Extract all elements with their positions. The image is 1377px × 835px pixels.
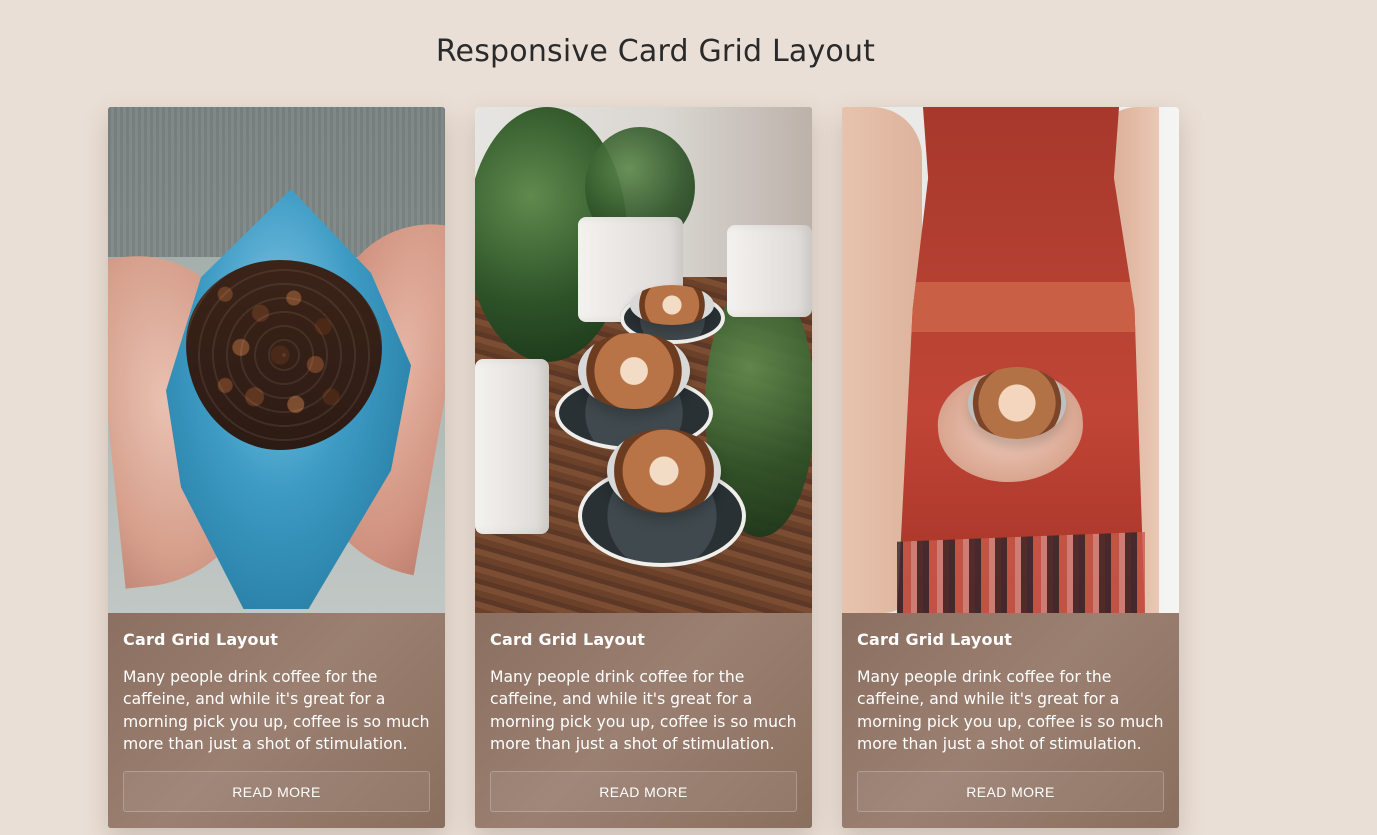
read-more-button[interactable]: READ MORE [123,771,430,812]
card-description: Many people drink coffee for the caffein… [123,668,430,754]
latte-cup-back [630,285,714,325]
page-root: Responsive Card Grid Layout Card Grid La… [0,0,1377,835]
card-coffee-cups: Card Grid Layout Many people drink coffe… [475,107,812,828]
card-red-dress: Card Grid Layout Many people drink coffe… [842,107,1179,828]
card-image-coffee-cups [475,107,812,613]
dress-pattern-image-part [897,532,1145,613]
card-grid: Card Grid Layout Many people drink coffe… [108,107,1180,828]
latte-cup-middle [578,333,690,409]
card-content: Card Grid Layout Many people drink coffe… [842,613,1179,828]
read-more-button[interactable]: READ MORE [490,771,797,812]
card-image-red-dress [842,107,1179,613]
white-plant-pot-right [727,225,812,317]
card-description: Many people drink coffee for the caffein… [490,668,797,754]
card-title: Card Grid Layout [857,630,1013,649]
coffee-cup-image-part [968,367,1066,439]
card-description: Many people drink coffee for the caffein… [857,668,1164,754]
latte-cup-front [607,429,721,513]
white-plant-pot-left [475,359,549,534]
page-title: Responsive Card Grid Layout [435,34,876,69]
card-coffee-bag: Card Grid Layout Many people drink coffe… [108,107,445,828]
card-title: Card Grid Layout [123,630,279,649]
card-image-coffee-bag [108,107,445,613]
read-more-button[interactable]: READ MORE [857,771,1164,812]
card-content: Card Grid Layout Many people drink coffe… [475,613,812,828]
card-title: Card Grid Layout [490,630,646,649]
card-content: Card Grid Layout Many people drink coffe… [108,613,445,828]
